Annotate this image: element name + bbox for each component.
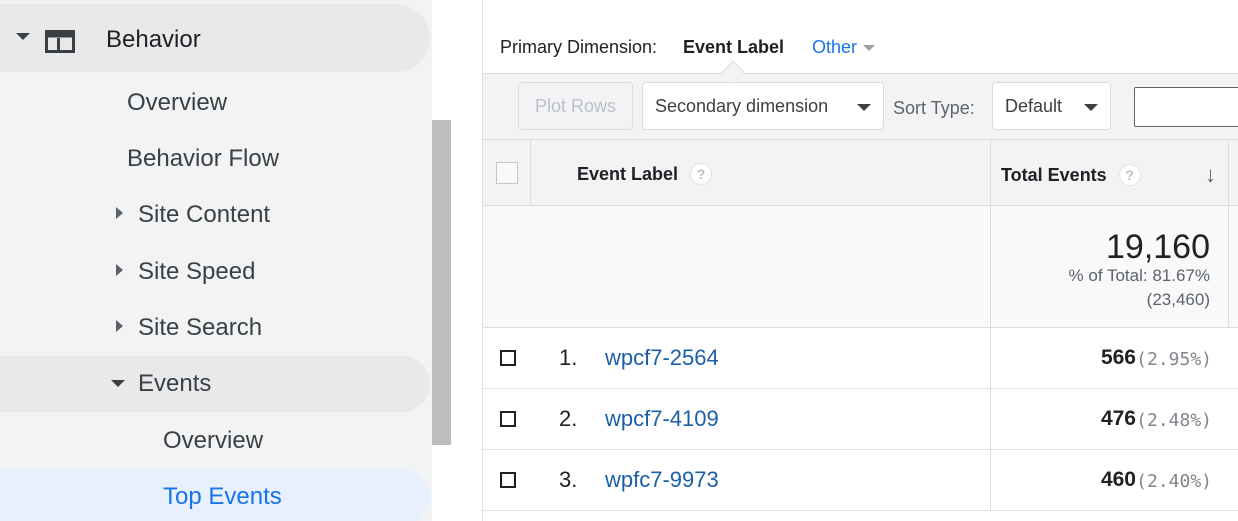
sidebar-item-site-search[interactable]: Site Search <box>0 305 430 349</box>
column-divider <box>530 140 531 207</box>
table-toolbar: Plot Rows Secondary dimension Sort Type:… <box>483 73 1238 139</box>
caret-down-icon[interactable] <box>111 380 125 387</box>
total-events-value: 19,160 <box>1106 228 1210 266</box>
column-divider <box>1228 140 1229 207</box>
sidebar-item-label: Events <box>138 370 212 397</box>
event-label-link[interactable]: wpcf7-2564 <box>605 345 719 371</box>
column-divider <box>990 450 991 511</box>
chevron-down-icon <box>1084 104 1098 111</box>
total-events-percent: % of Total: 81.67% <box>1068 266 1210 285</box>
row-number: 3. <box>559 467 578 492</box>
event-label-link[interactable]: wpfc7-9973 <box>605 467 719 493</box>
column-divider <box>990 328 991 389</box>
total-events-percent-cell: (2.48%) <box>1136 410 1212 431</box>
caret-right-icon[interactable] <box>116 264 123 276</box>
sidebar-item-label: Behavior Flow <box>127 145 280 172</box>
sidebar-item-site-speed[interactable]: Site Speed <box>0 249 430 293</box>
caret-down-icon[interactable] <box>16 33 30 40</box>
row-checkbox[interactable] <box>500 350 516 366</box>
other-label: Other <box>812 37 858 57</box>
total-events-cell: 460 <box>1100 468 1136 491</box>
sidebar-item-label: Top Events <box>163 483 282 510</box>
sidebar: Behavior Overview Behavior Flow Site Con… <box>0 0 432 521</box>
help-icon[interactable]: ? <box>1118 164 1141 186</box>
column-header-label: Total Events <box>1001 164 1107 185</box>
secondary-dimension-label: Secondary dimension <box>655 95 829 116</box>
secondary-dimension-select[interactable]: Secondary dimension <box>642 82 884 130</box>
column-header-label: Event Label <box>577 163 679 184</box>
sidebar-item-site-content[interactable]: Site Content <box>0 192 430 236</box>
row-checkbox[interactable] <box>500 472 516 488</box>
table-search-input[interactable] <box>1134 87 1238 127</box>
browser-window-icon <box>45 30 75 53</box>
primary-dimension-other[interactable]: Other <box>812 37 876 58</box>
select-all-checkbox[interactable] <box>496 162 518 184</box>
row-number: 1. <box>559 345 578 370</box>
plot-rows-label: Plot Rows <box>534 95 617 116</box>
sidebar-item-label: Behavior <box>106 26 201 53</box>
sidebar-item-events-overview[interactable]: Overview <box>0 418 430 462</box>
totals-row: 19,160 % of Total: 81.67% (23,460) <box>483 206 1238 328</box>
row-checkbox[interactable] <box>500 411 516 427</box>
row-number: 2. <box>559 406 578 431</box>
sidebar-item-label: Overview <box>127 89 228 116</box>
chevron-down-icon <box>857 104 871 111</box>
event-label-link[interactable]: wpcf7-4109 <box>605 406 719 432</box>
total-events-percent-cell: (2.95%) <box>1136 349 1212 370</box>
primary-dimension-bar: Primary Dimension: Event Label Other <box>483 0 1238 74</box>
sidebar-item-events[interactable]: Events <box>0 356 430 412</box>
table-row: 3. wpfc7-9973 460 (2.40%) <box>483 450 1238 511</box>
scrollbar-thumb[interactable] <box>432 120 451 445</box>
sidebar-item-behavior-flow[interactable]: Behavior Flow <box>0 136 430 180</box>
sort-type-label: Sort Type: <box>893 98 975 118</box>
sidebar-item-behavior[interactable]: Behavior <box>0 4 430 72</box>
table-row: 1. wpcf7-2564 566 (2.95%) <box>483 328 1238 389</box>
table-row: 2. wpcf7-4109 476 (2.48%) <box>483 389 1238 450</box>
chevron-down-icon <box>863 44 876 51</box>
report-panel: Primary Dimension: Event Label Other Plo… <box>482 0 1238 521</box>
column-divider <box>990 389 991 450</box>
sidebar-item-label: Overview <box>163 427 264 454</box>
sidebar-item-label: Site Content <box>138 201 271 228</box>
sort-type-select[interactable]: Default <box>992 82 1111 130</box>
column-divider <box>990 140 991 207</box>
total-events-cell: 476 <box>1100 407 1136 430</box>
sidebar-item-label: Site Speed <box>138 258 256 285</box>
primary-dimension-label: Primary Dimension: <box>500 37 658 57</box>
sidebar-item-top-events[interactable]: Top Events <box>0 469 430 521</box>
plot-rows-button[interactable]: Plot Rows <box>518 82 633 130</box>
primary-dimension-event-label[interactable]: Event Label <box>683 37 784 58</box>
column-header-event-label[interactable]: Event Label ? <box>577 163 713 185</box>
column-header-total-events[interactable]: Total Events ? <box>1001 164 1141 186</box>
total-events-cell: 566 <box>1100 346 1136 369</box>
help-icon[interactable]: ? <box>690 163 713 185</box>
sort-type-value: Default <box>1005 95 1063 116</box>
sidebar-item-overview[interactable]: Overview <box>0 80 430 124</box>
sidebar-item-label: Site Search <box>138 314 263 341</box>
caret-right-icon[interactable] <box>116 207 123 219</box>
sort-descending-arrow-icon[interactable]: ↓ <box>1205 162 1216 188</box>
total-events-percent-cell: (2.40%) <box>1136 471 1212 492</box>
total-events-absolute: (23,460) <box>1146 290 1210 309</box>
caret-right-icon[interactable] <box>116 320 123 332</box>
table-header: Event Label ? Total Events ? ↓ <box>483 139 1238 207</box>
column-divider <box>1228 206 1229 328</box>
column-divider <box>990 206 991 328</box>
